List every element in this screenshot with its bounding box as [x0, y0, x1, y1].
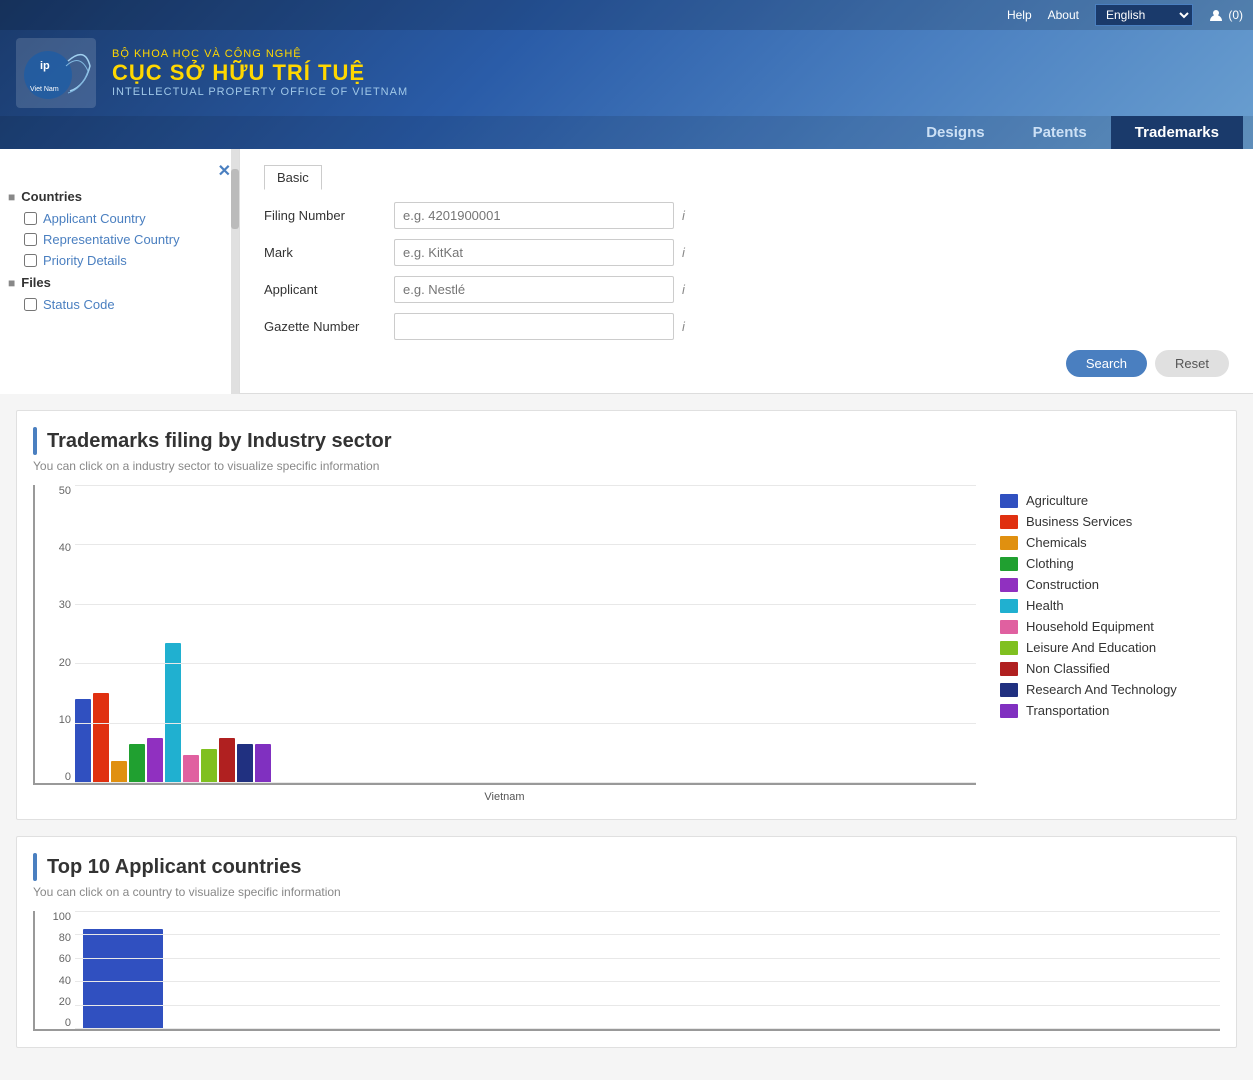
filing-number-input[interactable]: [394, 202, 674, 229]
gazette-number-row: Gazette Number i: [264, 313, 1229, 340]
legend-construction[interactable]: Construction: [1000, 577, 1220, 592]
gazette-number-label: Gazette Number: [264, 319, 394, 334]
page-header: Help About English Vietnamese (0) ip Vie…: [0, 0, 1253, 149]
info-icon-gazette: i: [682, 319, 685, 334]
bar-vietnam[interactable]: [83, 929, 163, 1029]
applicant-label: Applicant: [264, 282, 394, 297]
legend-transportation[interactable]: Transportation: [1000, 703, 1220, 718]
info-icon-mark: i: [682, 245, 685, 260]
search-panel: Basic Filing Number i Mark i Applicant i…: [240, 149, 1253, 394]
label-status-code: Status Code: [43, 297, 115, 312]
legend-business-services[interactable]: Business Services: [1000, 514, 1220, 529]
bar-household-equipment[interactable]: [183, 755, 199, 783]
reset-button[interactable]: Reset: [1155, 350, 1229, 377]
label-priority-details: Priority Details: [43, 253, 127, 268]
label-representative-country: Representative Country: [43, 232, 180, 247]
sidebar-item-representative-country[interactable]: Representative Country: [0, 229, 239, 250]
charts-section: Trademarks filing by Industry sector You…: [0, 394, 1253, 1080]
applicant-chart-subtitle: You can click on a country to visualize …: [33, 885, 1220, 899]
bar-research-and-technology[interactable]: [237, 744, 253, 783]
grid-lines-2: [75, 911, 1220, 1029]
language-select[interactable]: English Vietnamese: [1095, 4, 1193, 26]
legend-chemicals[interactable]: Chemicals: [1000, 535, 1220, 550]
label-applicant-country: Applicant Country: [43, 211, 146, 226]
legend-clothing[interactable]: Clothing: [1000, 556, 1220, 571]
mark-row: Mark i: [264, 239, 1229, 266]
about-link[interactable]: About: [1048, 8, 1079, 22]
filing-number-row: Filing Number i: [264, 202, 1229, 229]
applicant-chart-title: Top 10 Applicant countries: [47, 856, 301, 879]
checkbox-applicant-country[interactable]: [24, 212, 37, 225]
legend-leisure-and-education[interactable]: Leisure And Education: [1000, 640, 1220, 655]
mark-input[interactable]: [394, 239, 674, 266]
y-axis-labels: 0 10 20 30 40 50: [35, 485, 71, 783]
mark-label: Mark: [264, 245, 394, 260]
bar-business-services[interactable]: [93, 693, 109, 783]
logo: ip Viet Nam: [16, 38, 96, 108]
main-nav: Designs Patents Trademarks: [0, 116, 1253, 149]
bar-chemicals[interactable]: [111, 761, 127, 783]
sidebar-item-priority-details[interactable]: Priority Details: [0, 250, 239, 271]
legend-research-and-technology[interactable]: Research And Technology: [1000, 682, 1220, 697]
bar-clothing[interactable]: [129, 744, 145, 783]
y-axis-labels-2: 0 20 40 60 80 100: [35, 911, 71, 1029]
nav-designs[interactable]: Designs: [902, 116, 1008, 149]
applicant-input[interactable]: [394, 276, 674, 303]
industry-bar-chart: 0 10 20 30 40 50: [33, 485, 976, 785]
industry-chart-card: Trademarks filing by Industry sector You…: [16, 410, 1237, 820]
sidebar-item-status-code[interactable]: Status Code: [0, 294, 239, 315]
nav-patents[interactable]: Patents: [1009, 116, 1111, 149]
chart-legend: Agriculture Business Services Chemicals Clo…: [1000, 485, 1220, 803]
sidebar-section-countries[interactable]: ■ Countries: [0, 185, 239, 208]
legend-health[interactable]: Health: [1000, 598, 1220, 613]
info-icon-applicant: i: [682, 282, 685, 297]
sidebar-section-files[interactable]: ■ Files: [0, 271, 239, 294]
grid-lines: [75, 485, 976, 783]
bar-chart-container: 0 10 20 30 40 50: [33, 485, 976, 803]
bar-agriculture[interactable]: [75, 699, 91, 783]
filing-number-label: Filing Number: [264, 208, 394, 223]
checkbox-priority-details[interactable]: [24, 254, 37, 267]
legend-non-classified[interactable]: Non Classified: [1000, 661, 1220, 676]
sidebar: ✕ ■ Countries Applicant Country Represen…: [0, 149, 240, 394]
gazette-number-input[interactable]: [394, 313, 674, 340]
applicant-chart-card: Top 10 Applicant countries You can click…: [16, 836, 1237, 1048]
content-area: ✕ ■ Countries Applicant Country Represen…: [0, 149, 1253, 394]
sidebar-item-applicant-country[interactable]: Applicant Country: [0, 208, 239, 229]
sidebar-close-button[interactable]: ✕: [218, 161, 231, 181]
search-button[interactable]: Search: [1066, 350, 1147, 377]
info-icon-filing: i: [682, 208, 685, 223]
checkbox-status-code[interactable]: [24, 298, 37, 311]
applicant-row: Applicant i: [264, 276, 1229, 303]
svg-text:ip: ip: [40, 60, 50, 72]
industry-chart-subtitle: You can click on a industry sector to vi…: [33, 459, 1220, 473]
collapse-icon: ■: [8, 190, 15, 204]
bar-leisure-and-education[interactable]: [201, 749, 217, 783]
bar-construction[interactable]: [147, 738, 163, 783]
legend-agriculture[interactable]: Agriculture: [1000, 493, 1220, 508]
x-axis-label: Vietnam: [33, 791, 976, 803]
bar-non-classified[interactable]: [219, 738, 235, 783]
help-link[interactable]: Help: [1007, 8, 1032, 22]
applicant-bar-chart: 0 20 40 60 80 100: [33, 911, 1220, 1031]
nav-trademarks[interactable]: Trademarks: [1111, 116, 1243, 149]
legend-household-equipment[interactable]: Household Equipment: [1000, 619, 1220, 634]
checkbox-representative-country[interactable]: [24, 233, 37, 246]
brand-text: BỘ KHOA HỌC VÀ CÔNG NGHỆ CỤC SỞ HỮU TRÍ …: [112, 48, 408, 98]
collapse-icon-files: ■: [8, 276, 15, 290]
bar-transportation[interactable]: [255, 744, 271, 783]
tab-basic[interactable]: Basic: [264, 165, 322, 190]
user-badge: (0): [1209, 8, 1243, 23]
title-accent: [33, 427, 37, 455]
industry-chart-title: Trademarks filing by Industry sector: [47, 430, 392, 453]
chart-area: 0 10 20 30 40 50: [33, 485, 1220, 803]
bar-health[interactable]: [165, 643, 181, 783]
title-accent-2: [33, 853, 37, 881]
svg-text:Viet Nam: Viet Nam: [30, 86, 59, 93]
